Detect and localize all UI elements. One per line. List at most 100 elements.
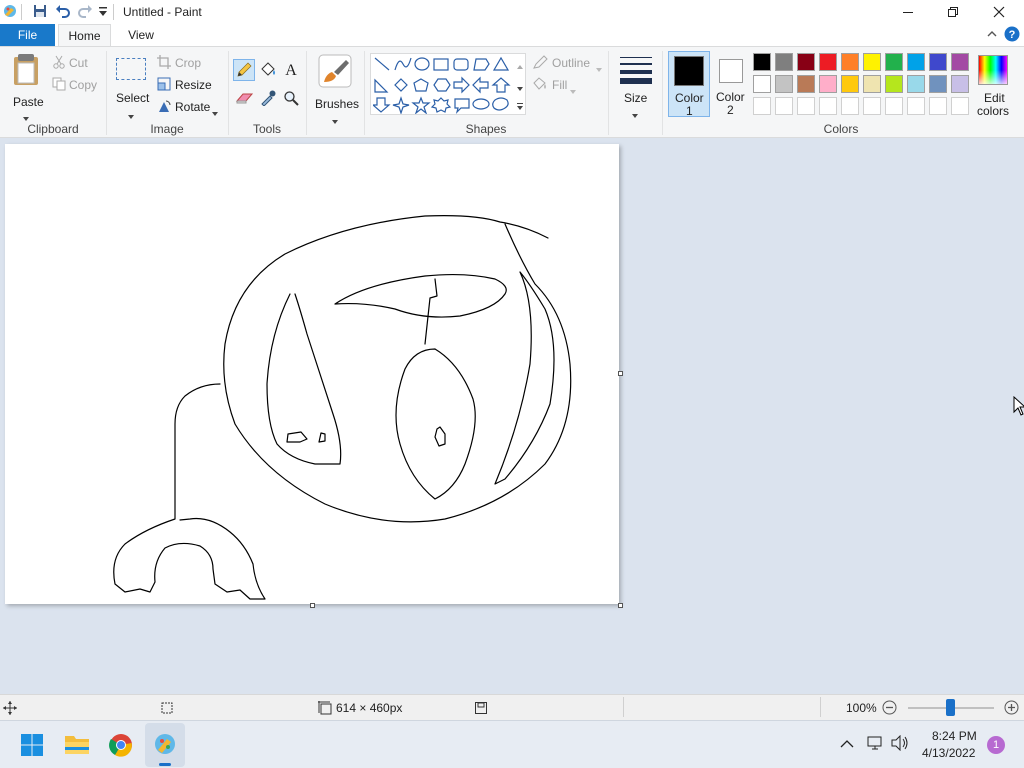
paint-taskbar-button[interactable] [145, 723, 185, 767]
palette-swatch[interactable] [841, 75, 859, 93]
palette-swatch[interactable] [863, 75, 881, 93]
magnifier-icon[interactable] [283, 90, 299, 109]
fill-bucket-icon[interactable] [259, 62, 277, 81]
status-bar: 614 × 460px 100% [0, 694, 1024, 720]
palette-swatch[interactable] [951, 75, 969, 93]
palette-swatch[interactable] [929, 75, 947, 93]
color2-button[interactable]: Color 2 [712, 51, 750, 117]
tab-view[interactable]: View [116, 24, 166, 46]
customize-quick-access-icon[interactable] [98, 6, 108, 21]
chevron-down-icon [128, 108, 134, 122]
chevron-down-icon [212, 105, 218, 119]
eraser-icon[interactable] [235, 91, 254, 108]
copy-button[interactable]: Copy [52, 76, 104, 94]
mouse-cursor-icon [1013, 395, 1024, 419]
text-tool-icon[interactable]: A [283, 61, 299, 80]
palette-swatch[interactable] [907, 75, 925, 93]
resize-handle-right[interactable] [618, 371, 623, 376]
network-icon[interactable] [866, 735, 884, 754]
collapse-ribbon-icon[interactable] [986, 28, 998, 43]
shapes-gallery[interactable] [370, 53, 526, 115]
taskbar: 8:24 PM 4/13/2022 1 [0, 720, 1024, 768]
undo-icon[interactable] [55, 3, 71, 22]
disk-icon [474, 701, 488, 718]
palette-swatch[interactable] [797, 53, 815, 71]
zoom-slider-thumb[interactable] [946, 699, 955, 716]
resize-label: Resize [175, 78, 212, 92]
outline-icon [532, 55, 548, 72]
palette-swatch[interactable] [819, 75, 837, 93]
palette-swatch[interactable] [775, 53, 793, 71]
palette-swatch[interactable] [863, 53, 881, 71]
palette-swatch[interactable] [907, 53, 925, 71]
close-button[interactable] [976, 0, 1022, 24]
minimize-button[interactable] [885, 0, 931, 24]
palette-swatch[interactable] [841, 53, 859, 71]
outline-button[interactable]: Outline [532, 54, 604, 72]
expand-gallery-icon[interactable] [517, 100, 523, 114]
palette-swatch[interactable] [841, 97, 859, 115]
resize-button[interactable]: Resize [157, 76, 217, 94]
svg-text:?: ? [1009, 29, 1016, 41]
drawing-canvas[interactable] [5, 144, 619, 604]
palette-swatch[interactable] [929, 53, 947, 71]
drawing [113, 215, 572, 600]
palette-swatch[interactable] [753, 75, 771, 93]
chrome-icon[interactable] [109, 733, 133, 760]
resize-handle-bottom[interactable] [310, 603, 315, 608]
edit-colors-button[interactable]: Edit colors [974, 51, 1014, 119]
scroll-down-icon[interactable] [517, 80, 523, 94]
palette-swatch[interactable] [907, 97, 925, 115]
rotate-button[interactable]: Rotate [157, 98, 221, 116]
cut-button[interactable]: Cut [52, 54, 104, 72]
copy-icon [52, 77, 66, 94]
palette-swatch[interactable] [753, 53, 771, 71]
pencil-tool-button[interactable] [233, 59, 255, 81]
palette-swatch[interactable] [797, 75, 815, 93]
tab-home[interactable]: Home [58, 24, 111, 46]
size-button[interactable]: Size [614, 53, 658, 118]
redo-icon[interactable] [77, 3, 93, 22]
palette-swatch[interactable] [885, 97, 903, 115]
palette-swatch[interactable] [929, 97, 947, 115]
volume-icon[interactable] [890, 734, 910, 754]
notification-badge[interactable]: 1 [987, 736, 1005, 754]
tab-file[interactable]: File [0, 24, 55, 46]
color2-label: Color [716, 90, 745, 104]
palette-swatch[interactable] [819, 53, 837, 71]
palette-swatch[interactable] [885, 53, 903, 71]
palette-swatch[interactable] [863, 97, 881, 115]
color1-button[interactable]: Color 1 [668, 51, 710, 118]
select-button[interactable]: Select [112, 53, 152, 119]
palette-swatch[interactable] [753, 97, 771, 115]
brushes-button[interactable]: Brushes [312, 53, 359, 124]
zoom-out-icon[interactable] [882, 700, 897, 718]
palette-swatch[interactable] [951, 97, 969, 115]
palette-swatch[interactable] [775, 75, 793, 93]
scroll-up-icon[interactable] [517, 58, 523, 72]
fill-label: Fill [552, 78, 568, 92]
title-bar: Untitled - Paint [0, 0, 1024, 24]
help-icon[interactable]: ? [1004, 26, 1020, 45]
clock-date[interactable]: 4/13/2022 [922, 746, 975, 760]
palette-swatch[interactable] [951, 53, 969, 71]
save-icon[interactable] [33, 4, 47, 21]
clock-time[interactable]: 8:24 PM [932, 729, 977, 743]
crop-button[interactable]: Crop [157, 54, 217, 72]
paste-button[interactable]: Paste [6, 51, 46, 121]
palette-swatch[interactable] [797, 97, 815, 115]
palette-swatch[interactable] [885, 75, 903, 93]
palette-swatch[interactable] [775, 97, 793, 115]
show-hidden-icons-chevron-up-icon[interactable] [840, 738, 854, 752]
start-icon[interactable] [20, 733, 44, 760]
paint-app-icon[interactable] [2, 3, 18, 22]
divider [113, 4, 114, 20]
file-explorer-icon[interactable] [64, 733, 90, 758]
color-picker-icon[interactable] [260, 90, 276, 109]
restore-button[interactable] [930, 0, 976, 24]
palette-swatch[interactable] [819, 97, 837, 115]
zoom-in-icon[interactable] [1004, 700, 1019, 718]
chevron-down-icon [632, 107, 638, 121]
fill-button[interactable]: Fill [532, 76, 592, 94]
resize-handle-corner[interactable] [618, 603, 623, 608]
